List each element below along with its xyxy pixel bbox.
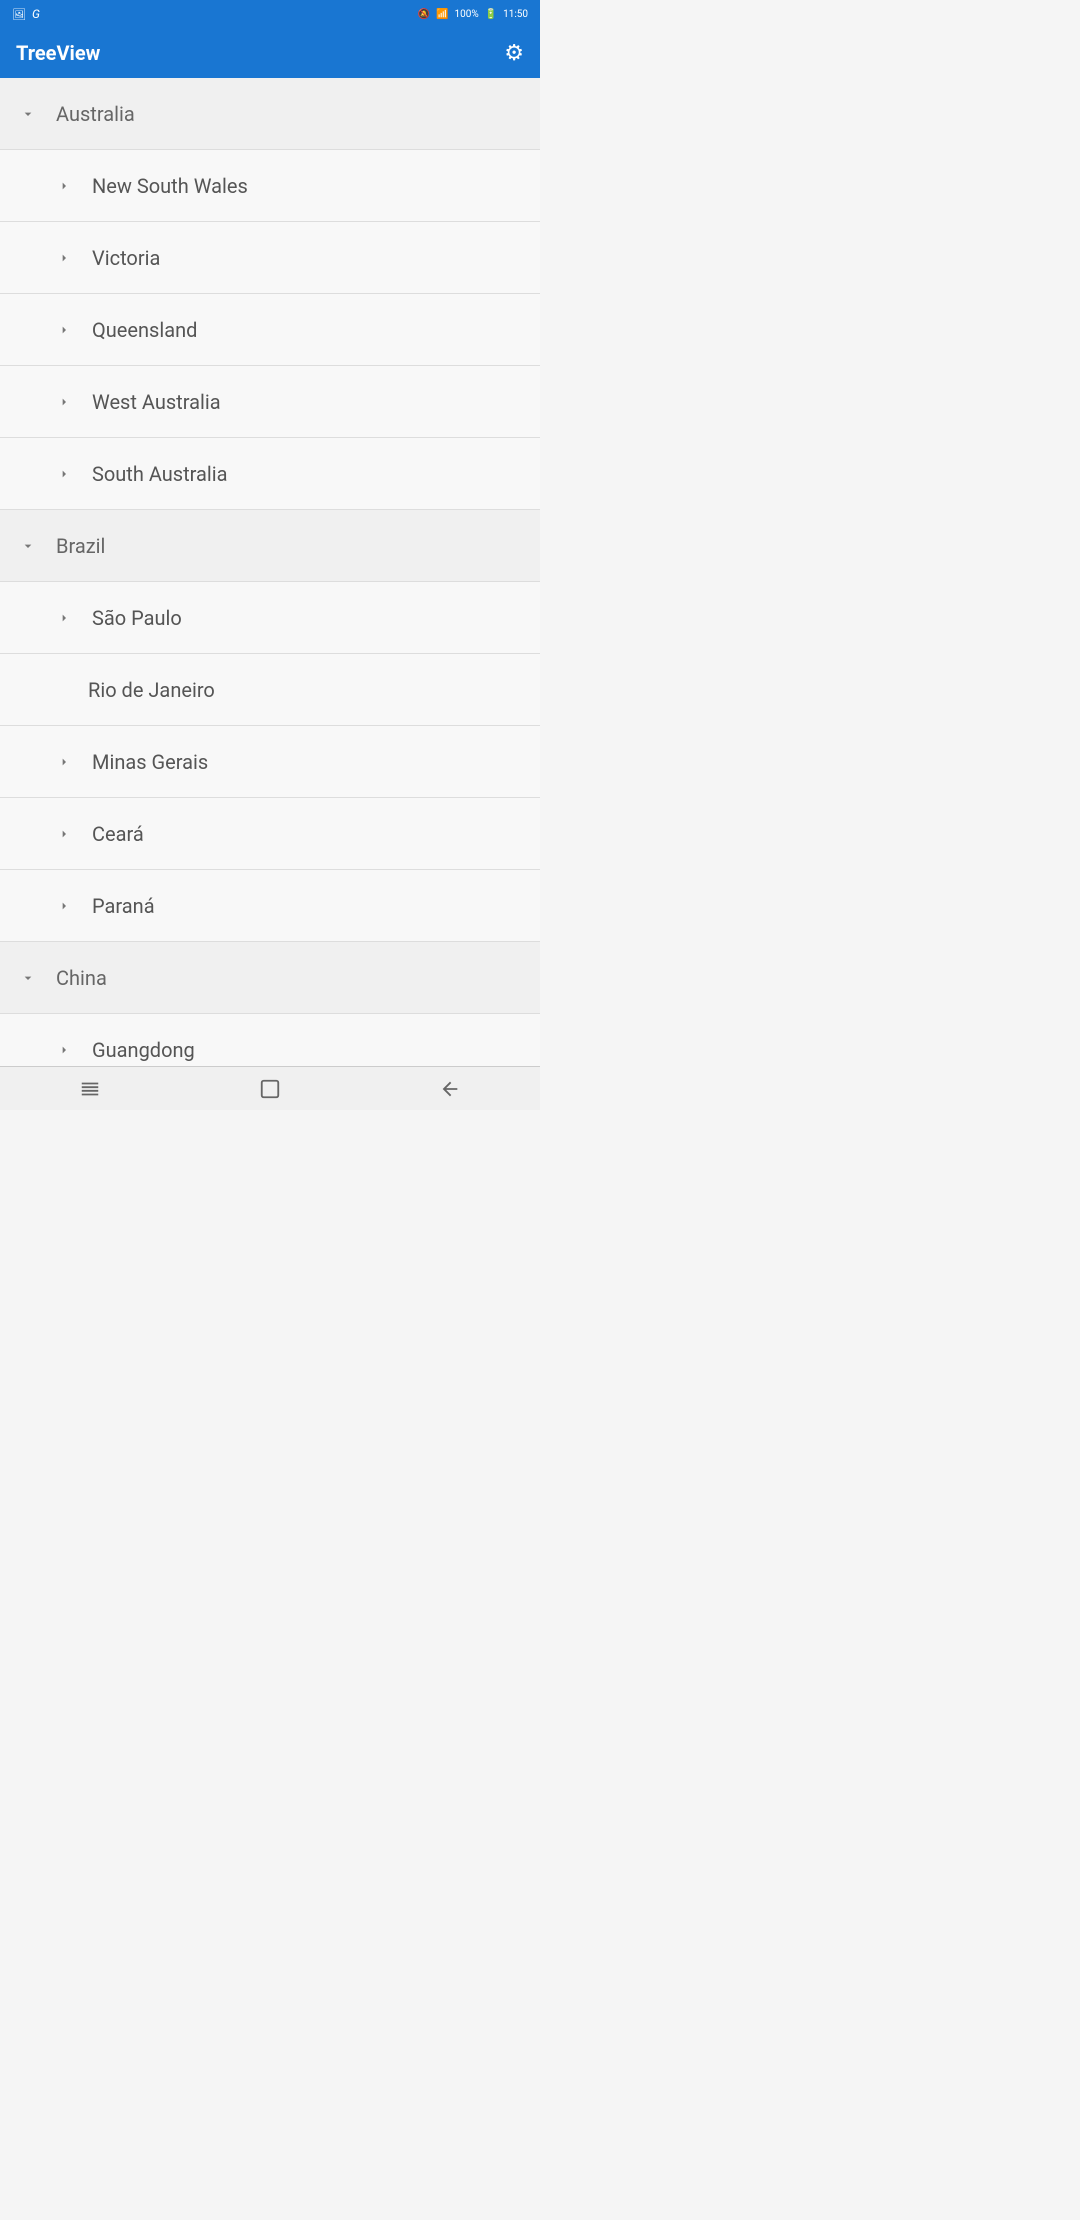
tree-item-ceara[interactable]: Ceará	[0, 798, 540, 870]
chevron-right-icon	[52, 822, 76, 846]
home-button[interactable]	[240, 1067, 300, 1111]
chevron-right-icon	[52, 390, 76, 414]
tree-item-china[interactable]: China	[0, 942, 540, 1014]
chevron-right-icon	[52, 750, 76, 774]
label-victoria: Victoria	[92, 246, 160, 270]
country-label-brazil: Brazil	[56, 534, 105, 558]
country-label-australia: Australia	[56, 102, 135, 126]
tree-item-parana[interactable]: Paraná	[0, 870, 540, 942]
settings-icon[interactable]: ⚙	[504, 41, 524, 66]
tree-item-wa[interactable]: West Australia	[0, 366, 540, 438]
wifi-icon: 📶	[436, 9, 448, 20]
label-sa: South Australia	[92, 462, 228, 486]
status-right-icons: 🔕 📶 100% 🔋 11:50	[418, 9, 528, 20]
country-label-china: China	[56, 966, 107, 990]
mute-icon: 🔕	[418, 9, 430, 20]
label-parana: Paraná	[92, 894, 155, 918]
label-guangdong: Guangdong	[92, 1038, 195, 1062]
label-nsw: New South Wales	[92, 174, 248, 198]
label-minas: Minas Gerais	[92, 750, 208, 774]
chevron-right-icon	[52, 318, 76, 342]
label-rio: Rio de Janeiro	[88, 678, 215, 702]
chevron-down-icon	[16, 966, 40, 990]
chevron-right-icon	[52, 606, 76, 630]
tree-item-australia[interactable]: Australia	[0, 78, 540, 150]
tree-item-sa[interactable]: South Australia	[0, 438, 540, 510]
app-title: TreeView	[16, 41, 100, 65]
g-icon: G	[32, 7, 40, 21]
chevron-down-icon	[16, 534, 40, 558]
recent-apps-button[interactable]	[60, 1067, 120, 1111]
battery-text: 100%	[454, 9, 478, 20]
status-bar: 🖼 G 🔕 📶 100% 🔋 11:50	[0, 0, 540, 28]
label-wa: West Australia	[92, 390, 221, 414]
chevron-right-icon	[52, 246, 76, 270]
tree-item-rio[interactable]: Rio de Janeiro	[0, 654, 540, 726]
tree-item-guangdong[interactable]: Guangdong	[0, 1014, 540, 1066]
tree-item-nsw[interactable]: New South Wales	[0, 150, 540, 222]
label-ceara: Ceará	[92, 822, 144, 846]
app-bar: TreeView ⚙	[0, 28, 540, 78]
battery-icon: 🔋	[485, 9, 497, 20]
tree-item-saopaulo[interactable]: São Paulo	[0, 582, 540, 654]
tree-item-minas[interactable]: Minas Gerais	[0, 726, 540, 798]
chevron-down-icon	[16, 102, 40, 126]
tree-view: Australia New South Wales Victoria Queen…	[0, 78, 540, 1066]
tree-item-brazil[interactable]: Brazil	[0, 510, 540, 582]
chevron-right-icon	[52, 1038, 76, 1062]
photo-icon: 🖼	[12, 8, 26, 21]
chevron-right-icon	[52, 174, 76, 198]
label-saopaulo: São Paulo	[92, 606, 182, 630]
chevron-right-icon	[52, 462, 76, 486]
label-queensland: Queensland	[92, 318, 197, 342]
status-left-icons: 🖼 G	[12, 7, 40, 21]
nav-bar	[0, 1066, 540, 1110]
back-button[interactable]	[420, 1067, 480, 1111]
tree-item-queensland[interactable]: Queensland	[0, 294, 540, 366]
chevron-right-icon	[52, 894, 76, 918]
tree-item-victoria[interactable]: Victoria	[0, 222, 540, 294]
time-display: 11:50	[503, 9, 528, 20]
